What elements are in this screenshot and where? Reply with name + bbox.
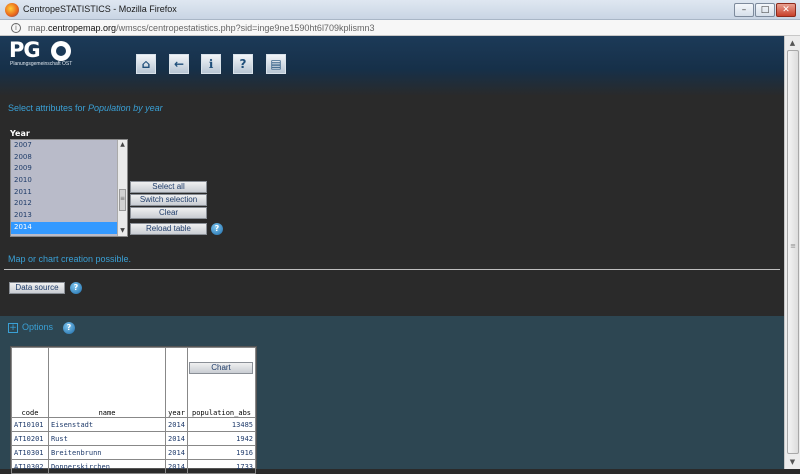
table-row: AT10302 Donnerskirchen 2014 1733 (11, 459, 256, 474)
cell-code: AT10301 (11, 445, 49, 460)
heading-topic: Population by year (88, 103, 163, 113)
help-reload-icon[interactable]: ? (211, 223, 223, 235)
page-heading: Select attributes for Population by year (8, 103, 163, 113)
column-header-population[interactable]: population_abs (187, 347, 256, 418)
year-option[interactable]: 2008 (11, 152, 127, 164)
logo-subtitle: Planungsgemeinschaft OST (10, 61, 73, 67)
window-title: CentropeSTATISTICS - Mozilla Firefox (23, 4, 177, 14)
reload-table-button[interactable]: Reload table (130, 223, 207, 235)
scroll-up-icon[interactable]: ▲ (118, 140, 127, 150)
firefox-icon (5, 3, 19, 17)
expand-options-icon[interactable]: + (8, 323, 18, 333)
options-label[interactable]: Options (22, 322, 53, 332)
page-scrollbar[interactable]: ▲ ≡ ▼ (784, 36, 800, 469)
cell-year: 2014 (165, 459, 189, 474)
cell-code: AT10302 (11, 459, 49, 474)
help-icon[interactable]: ? (233, 54, 253, 74)
year-option[interactable]: 2007 (11, 140, 127, 152)
listbox-scrollbar[interactable]: ▲ ≡ ▼ (117, 140, 127, 236)
chart-button[interactable]: Chart (189, 362, 253, 374)
cell-year: 2014 (165, 445, 189, 460)
column-header-year[interactable]: year (165, 347, 189, 418)
cell-population: 1733 (187, 459, 256, 474)
page-scroll-down-icon[interactable]: ▼ (785, 455, 800, 469)
logo-text: PG (9, 38, 41, 62)
select-all-button[interactable]: Select all (130, 181, 207, 193)
home-icon[interactable]: ⌂ (136, 54, 156, 74)
page-scroll-up-icon[interactable]: ▲ (785, 36, 800, 50)
scroll-thumb[interactable]: ≡ (119, 189, 126, 211)
minimize-button[interactable]: – (734, 3, 754, 17)
cell-population: 1942 (187, 431, 256, 446)
year-listbox[interactable]: 2007 2008 2009 2010 2011 2012 2013 2014 … (10, 139, 128, 237)
cell-code: AT10201 (11, 431, 49, 446)
export-icon[interactable]: ℹ (201, 54, 221, 74)
cell-population: 1916 (187, 445, 256, 460)
cell-population: 13485 (187, 417, 256, 432)
url-text[interactable]: map.centropemap.org/wmscs/centropestatis… (28, 23, 374, 33)
table-row: AT10201 Rust 2014 1942 (11, 431, 256, 446)
switch-selection-button[interactable]: Switch selection (130, 194, 207, 206)
address-bar[interactable]: i map.centropemap.org/wmscs/centropestat… (0, 20, 800, 36)
help-options-icon[interactable]: ? (63, 322, 75, 334)
cell-year: 2014 (165, 417, 189, 432)
year-option[interactable]: 2009 (11, 163, 127, 175)
table-row: AT10301 Breitenbrunn 2014 1916 (11, 445, 256, 460)
column-header-code[interactable]: code (11, 347, 49, 418)
year-option[interactable]: 2013 (11, 210, 127, 222)
status-message: Map or chart creation possible. (8, 254, 132, 264)
column-header-name[interactable]: name (47, 347, 167, 418)
maximize-button[interactable]: □ (755, 3, 775, 17)
cell-name: Breitenbrunn (47, 445, 167, 460)
year-option[interactable]: 2012 (11, 198, 127, 210)
cell-name: Eisenstadt (47, 417, 167, 432)
year-option[interactable]: 2011 (11, 187, 127, 199)
cell-name: Donnerskirchen (47, 459, 167, 474)
page-scroll-thumb[interactable]: ≡ (787, 50, 799, 454)
year-option-selected[interactable]: 2014 (11, 221, 127, 234)
year-label: Year (10, 129, 30, 138)
cell-code: AT10101 (11, 417, 49, 432)
data-source-button[interactable]: Data source (9, 282, 65, 294)
print-icon[interactable]: ▤ (266, 54, 286, 74)
pgo-logo[interactable]: PG Planungsgemeinschaft OST (9, 38, 91, 67)
help-data-source-icon[interactable]: ? (70, 282, 82, 294)
table-row: AT10101 Eisenstadt 2014 13485 (11, 417, 256, 432)
cell-year: 2014 (165, 431, 189, 446)
main-content: Select attributes for Population by year… (0, 96, 784, 474)
clear-button[interactable]: Clear (130, 207, 207, 219)
close-button[interactable]: ✕ (776, 3, 796, 17)
cell-name: Rust (47, 431, 167, 446)
browser-titlebar: CentropeSTATISTICS - Mozilla Firefox – □… (0, 0, 800, 20)
scroll-down-icon[interactable]: ▼ (118, 226, 127, 236)
site-info-icon[interactable]: i (11, 23, 21, 33)
table-header-row: code name year population_abs (11, 347, 256, 418)
back-icon[interactable]: ← (169, 54, 189, 74)
divider (4, 269, 780, 270)
logo-mark-icon (51, 41, 71, 61)
page-header: PG Planungsgemeinschaft OST ⌂ ← ℹ ? ▤ (0, 36, 784, 96)
year-option[interactable]: 2010 (11, 175, 127, 187)
